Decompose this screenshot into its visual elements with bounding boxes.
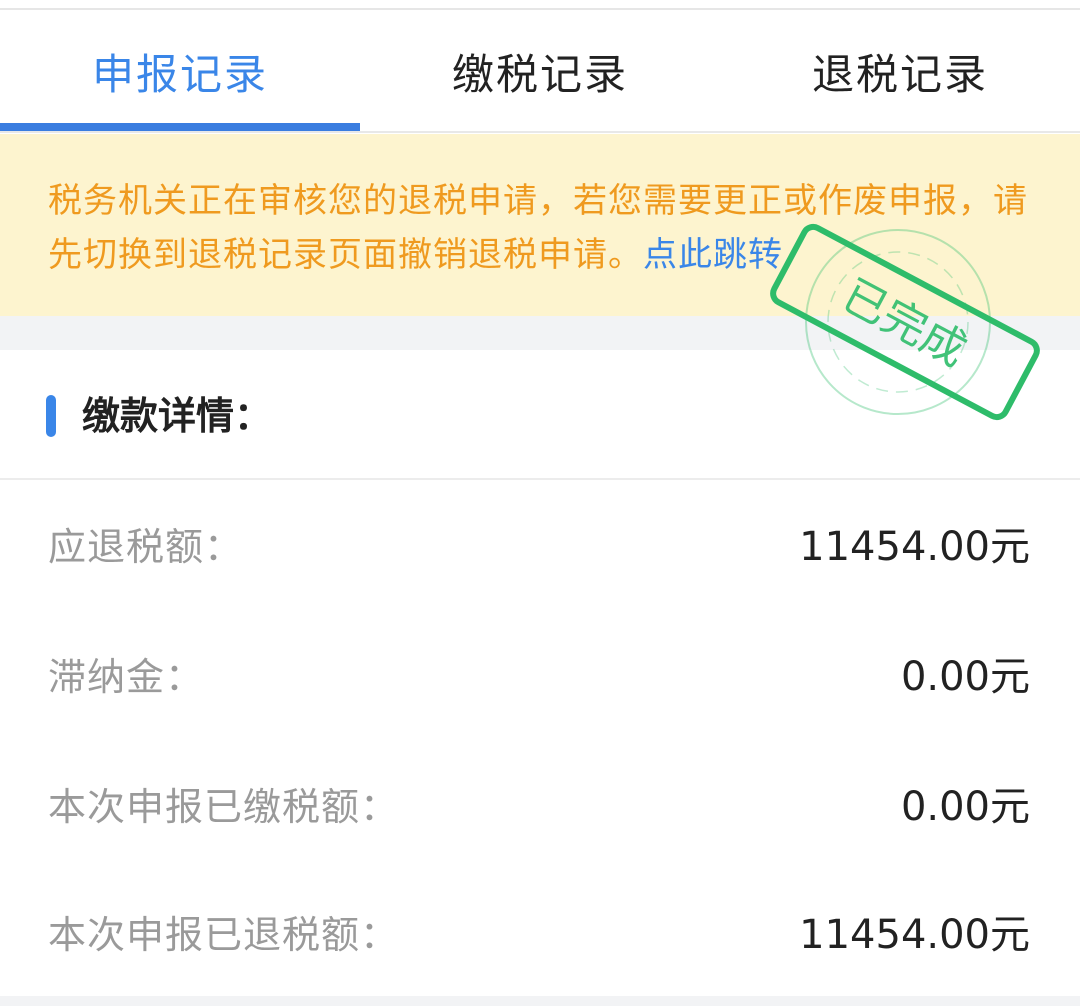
section-gap: [0, 316, 1080, 350]
tab-declaration-records[interactable]: 申报记录: [0, 10, 360, 132]
tab-bar-divider: [0, 131, 1080, 133]
row-label: 本次申报已退税额：: [48, 913, 400, 957]
section-title: 缴款详情：: [82, 394, 273, 438]
tax-record-screen: 申报记录 缴税记录 退税记录 税务机关正在审核您的退税申请，若您需要更正或作废申…: [0, 0, 1080, 1006]
active-tab-indicator: [0, 123, 360, 131]
row-value: 0.00元: [900, 784, 1030, 830]
notice-text: 税务机关正在审核您的退税申请，若您需要更正或作废申报，请先切换到退税记录页面撤销…: [48, 181, 1028, 275]
row-label: 滞纳金：: [48, 655, 205, 699]
detail-row-tax-refunded: 本次申报已退税额： 11454.00元: [0, 870, 1080, 1000]
notice-jump-link[interactable]: 点此跳转: [643, 235, 783, 275]
tab-payment-records[interactable]: 缴税记录: [360, 10, 720, 132]
section-divider: [0, 478, 1080, 480]
tab-bar: 申报记录 缴税记录 退税记录: [0, 10, 1080, 132]
row-label: 应退税额：: [48, 525, 244, 569]
review-notice-banner: 税务机关正在审核您的退税申请，若您需要更正或作废申报，请先切换到退税记录页面撤销…: [0, 134, 1080, 316]
row-value: 11454.00元: [799, 524, 1030, 570]
detail-row-late-fee: 滞纳金： 0.00元: [0, 612, 1080, 742]
row-value: 11454.00元: [799, 912, 1030, 958]
row-label: 本次申报已缴税额：: [48, 785, 400, 829]
detail-row-tax-paid: 本次申报已缴税额： 0.00元: [0, 742, 1080, 872]
detail-row-refund-due: 应退税额： 11454.00元: [0, 482, 1080, 612]
row-value: 0.00元: [900, 654, 1030, 700]
bottom-divider: [0, 996, 1080, 1006]
tab-refund-records[interactable]: 退税记录: [720, 10, 1080, 132]
section-accent-bar: [46, 395, 56, 437]
